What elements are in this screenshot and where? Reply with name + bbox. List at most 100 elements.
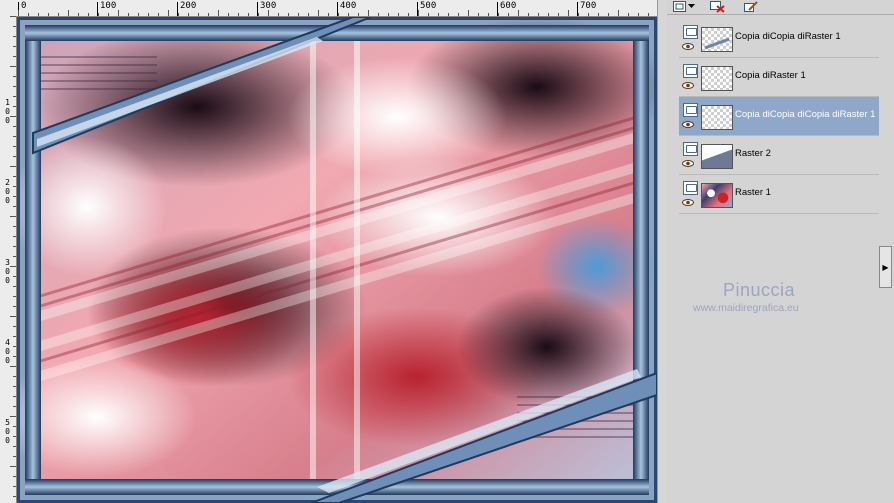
- ruler-minor-tick: [468, 10, 469, 16]
- ruler-minor-tick: [13, 86, 16, 87]
- ruler-minor-tick: [108, 13, 109, 16]
- ruler-minor-tick: [518, 10, 519, 16]
- ruler-minor-tick: [308, 13, 309, 16]
- eye-icon[interactable]: [682, 121, 694, 128]
- ruler-minor-tick: [598, 13, 599, 16]
- ruler-minor-tick: [588, 13, 589, 16]
- layer-row[interactable]: Copia diCopia diCopia diRaster 1: [679, 97, 879, 136]
- ruler-minor-tick: [458, 13, 459, 16]
- chevron-right-icon[interactable]: ▶: [879, 246, 892, 288]
- ruler-minor-tick: [158, 13, 159, 16]
- ruler-minor-tick: [538, 13, 539, 16]
- ruler-minor-tick: [13, 456, 16, 457]
- ruler-minor-tick: [548, 13, 549, 16]
- ruler-minor-tick: [148, 13, 149, 16]
- ruler-tick-label: 0: [21, 1, 27, 11]
- layers-panel: Copia diCopia diRaster 1 Copia diRaster 1…: [667, 0, 894, 503]
- chevron-down-icon[interactable]: [687, 0, 695, 13]
- ruler-minor-tick: [268, 10, 269, 16]
- ruler-minor-tick: [13, 336, 16, 337]
- ruler-minor-tick: [618, 10, 619, 16]
- ruler-minor-tick: [13, 296, 16, 297]
- ruler-minor-tick: [13, 156, 16, 157]
- ruler-tick-label: 4: [5, 338, 10, 347]
- ruler-minor-tick: [10, 166, 16, 167]
- ruler-tick-label: 700: [580, 1, 597, 11]
- ruler-minor-tick: [568, 10, 569, 16]
- ruler-minor-tick: [628, 13, 629, 16]
- ruler-minor-tick: [13, 396, 16, 397]
- ruler-tick-label: 5: [5, 418, 10, 427]
- image-canvas[interactable]: [17, 17, 657, 503]
- layer-type-icon: [683, 64, 698, 78]
- ruler-minor-tick: [13, 486, 16, 487]
- ruler-minor-tick: [10, 216, 16, 217]
- ruler-tick-label: 0: [5, 427, 10, 436]
- delete-layer-icon[interactable]: [709, 0, 725, 13]
- ruler-tick-label: 0: [5, 116, 10, 125]
- ruler-minor-tick: [78, 13, 79, 16]
- ruler-tick-label: 0: [5, 267, 10, 276]
- ruler-minor-tick: [13, 206, 16, 207]
- layer-row[interactable]: Raster 1: [679, 175, 879, 214]
- ruler-minor-tick: [13, 476, 16, 477]
- layer-name: Copia diCopia diCopia diRaster 1: [735, 109, 876, 120]
- ruler-minor-tick: [98, 13, 99, 16]
- canvas-artwork: [17, 17, 657, 503]
- ruler-minor-tick: [578, 13, 579, 16]
- layer-row[interactable]: Raster 2: [679, 136, 879, 175]
- ruler-minor-tick: [198, 13, 199, 16]
- ruler-minor-tick: [28, 13, 29, 16]
- ruler-minor-tick: [118, 10, 119, 16]
- ruler-minor-tick: [438, 13, 439, 16]
- ruler-minor-tick: [38, 13, 39, 16]
- edit-icon[interactable]: [743, 0, 759, 13]
- ruler-minor-tick: [13, 426, 16, 427]
- ruler-minor-tick: [188, 13, 189, 16]
- eye-icon[interactable]: [682, 82, 694, 89]
- ruler-minor-tick: [218, 10, 219, 16]
- ruler-tick-label: 0: [5, 276, 10, 285]
- ruler-minor-tick: [10, 116, 16, 117]
- layer-type-icon: [683, 142, 698, 156]
- ruler-minor-tick: [278, 13, 279, 16]
- ruler-minor-tick: [10, 266, 16, 267]
- ruler-minor-tick: [13, 146, 16, 147]
- ruler-minor-tick: [378, 13, 379, 16]
- ruler-minor-tick: [13, 406, 16, 407]
- ruler-minor-tick: [10, 66, 16, 67]
- ruler-tick-label: 200: [180, 1, 197, 11]
- ruler-minor-tick: [638, 13, 639, 16]
- ruler-tick-label: 400: [340, 1, 357, 11]
- watermark-url: www.maidiregrafica.eu: [693, 302, 799, 314]
- ruler-minor-tick: [10, 366, 16, 367]
- ruler-minor-tick: [13, 326, 16, 327]
- ruler-minor-tick: [228, 13, 229, 16]
- ruler-minor-tick: [298, 13, 299, 16]
- layer-thumbnail: [701, 144, 733, 169]
- layer-row[interactable]: Copia diCopia diRaster 1: [679, 19, 879, 58]
- ruler-minor-tick: [388, 13, 389, 16]
- layer-thumbnail: [701, 66, 733, 91]
- ruler-minor-tick: [13, 76, 16, 77]
- layer-thumbnail: [701, 105, 733, 130]
- layer-thumbnail: [701, 183, 733, 208]
- ruler-minor-tick: [13, 356, 16, 357]
- new-layer-icon[interactable]: [671, 0, 687, 13]
- ruler-minor-tick: [13, 106, 16, 107]
- ruler-minor-tick: [498, 13, 499, 16]
- layer-row[interactable]: Copia diRaster 1: [679, 58, 879, 97]
- ruler-minor-tick: [10, 466, 16, 467]
- eye-icon[interactable]: [682, 43, 694, 50]
- ruler-minor-tick: [13, 56, 16, 57]
- horizontal-ruler: 0 100 200 300 400 500 600 700: [0, 0, 657, 17]
- ruler-tick-label: 0: [5, 187, 10, 196]
- watermark-title: Pinuccia: [723, 280, 796, 300]
- ruler-minor-tick: [128, 13, 129, 16]
- ruler-minor-tick: [488, 13, 489, 16]
- layer-type-icon: [683, 181, 698, 195]
- ruler-tick-label: 500: [420, 1, 437, 11]
- eye-icon[interactable]: [682, 199, 694, 206]
- ruler-minor-tick: [18, 10, 19, 16]
- eye-icon[interactable]: [682, 160, 694, 167]
